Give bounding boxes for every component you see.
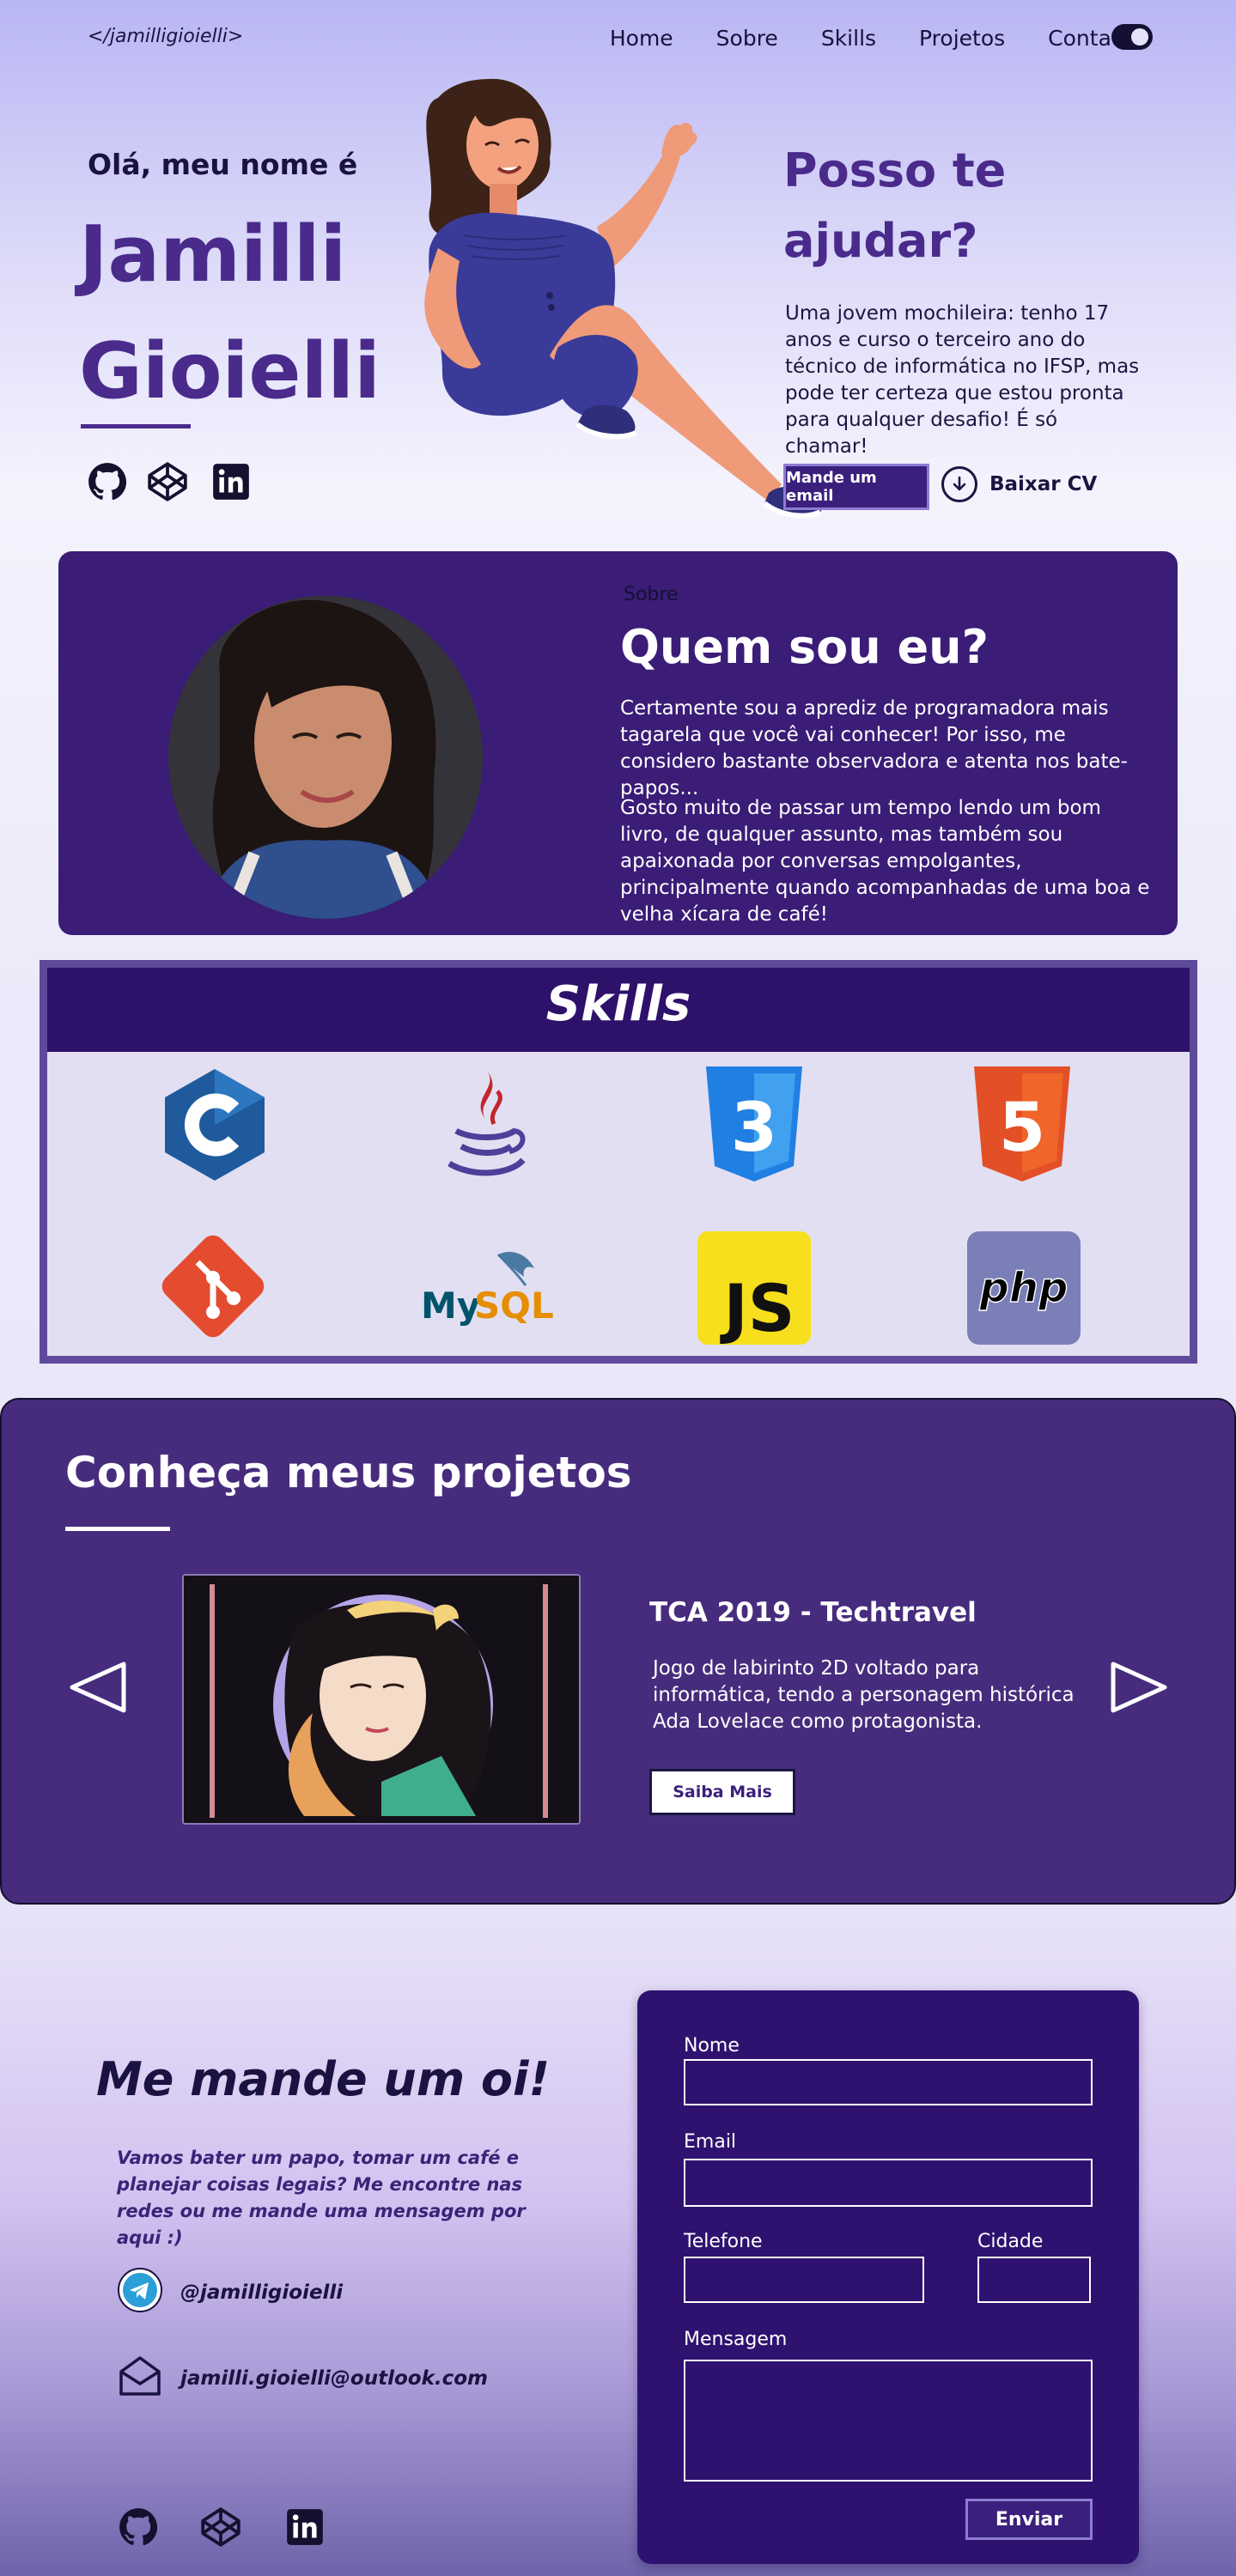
hero-greeting: Olá, meu nome é — [88, 148, 358, 181]
download-cv-label: Baixar CV — [989, 473, 1098, 495]
site-logo[interactable]: </jamilligioielli> — [88, 26, 243, 47]
project-description: Jogo de labirinto 2D voltado para inform… — [653, 1657, 1075, 1733]
css3-icon: 3 — [694, 1065, 814, 1185]
github-icon[interactable] — [86, 460, 129, 503]
email-button[interactable]: Mande um email — [783, 464, 929, 510]
javascript-icon: JS — [694, 1228, 814, 1348]
nav-link-projetos[interactable]: Projetos — [919, 26, 1005, 51]
carousel-next-icon[interactable] — [1108, 1659, 1170, 1719]
java-icon — [424, 1065, 545, 1185]
about-title: Quem sou eu? — [620, 620, 989, 674]
codepen-icon[interactable] — [146, 460, 189, 503]
project-image — [182, 1574, 581, 1825]
github-icon[interactable] — [117, 2506, 160, 2549]
projects-underline — [65, 1527, 170, 1531]
message-field[interactable] — [684, 2360, 1093, 2482]
send-button[interactable]: Enviar — [965, 2499, 1093, 2540]
svg-text:php: php — [979, 1264, 1069, 1312]
email-link[interactable]: jamilli.gioielli@outlook.com — [117, 2353, 488, 2404]
c-icon — [155, 1065, 275, 1185]
toggle-knob — [1131, 28, 1148, 46]
codepen-icon[interactable] — [199, 2506, 242, 2549]
skills-title: Skills — [545, 976, 691, 1032]
name-label: Nome — [684, 2035, 740, 2057]
message-label: Mensagem — [684, 2329, 788, 2350]
linkedin-icon[interactable] — [283, 2506, 326, 2549]
profile-photo — [168, 596, 483, 919]
telegram-link[interactable]: @jamilligioielli — [117, 2267, 343, 2318]
help-text: Uma jovem mochileira: tenho 17 anos e cu… — [785, 302, 1140, 458]
hero-last-name: Gioielli — [79, 326, 381, 416]
mysql-icon: My SQL — [416, 1226, 553, 1346]
svg-text:5: 5 — [999, 1090, 1045, 1167]
about-kicker: Sobre — [624, 584, 679, 605]
telegram-icon — [117, 2267, 163, 2318]
linkedin-icon[interactable] — [210, 460, 253, 503]
email-field[interactable] — [684, 2159, 1093, 2207]
name-field[interactable] — [684, 2059, 1093, 2105]
city-field[interactable] — [977, 2257, 1091, 2303]
theme-toggle[interactable] — [1111, 24, 1153, 50]
download-icon — [941, 466, 977, 502]
php-icon: php — [964, 1228, 1084, 1348]
help-title: Posso te ajudar? — [783, 143, 1007, 268]
email-label: Email — [684, 2131, 737, 2153]
nav-link-sobre[interactable]: Sobre — [716, 26, 778, 51]
city-label: Cidade — [977, 2231, 1044, 2252]
project-more-button[interactable]: Saiba Mais — [649, 1769, 795, 1815]
carousel-prev-icon[interactable] — [67, 1659, 129, 1719]
html5-icon: 5 — [962, 1065, 1082, 1185]
git-icon — [153, 1226, 273, 1346]
nav-link-skills[interactable]: Skills — [821, 26, 876, 51]
svg-text:JS: JS — [719, 1270, 795, 1346]
about-paragraph: Gosto muito de passar um tempo lendo um … — [620, 797, 1150, 926]
name-underline — [81, 424, 191, 428]
svg-text:My: My — [421, 1285, 480, 1327]
svg-text:3: 3 — [731, 1090, 777, 1167]
envelope-open-icon — [117, 2353, 163, 2404]
email-address: jamilli.gioielli@outlook.com — [180, 2367, 489, 2390]
svg-text:SQL: SQL — [474, 1285, 553, 1327]
download-cv-button[interactable]: Baixar CV — [941, 466, 1097, 502]
about-paragraph: Certamente sou a aprediz de programadora… — [620, 697, 1128, 799]
project-name: TCA 2019 - Techtravel — [649, 1597, 977, 1628]
main-nav: Home Sobre Skills Projetos Contato — [610, 26, 1133, 51]
contact-title: Me mande um oi! — [96, 2052, 551, 2106]
telegram-handle: @jamilligioielli — [180, 2281, 344, 2304]
nav-link-home[interactable]: Home — [610, 26, 673, 51]
projects-title: Conheça meus projetos — [65, 1448, 632, 1498]
phone-label: Telefone — [684, 2231, 763, 2252]
hero-first-name: Jamilli — [79, 210, 347, 300]
contact-text: Vamos bater um papo, tomar um café e pla… — [117, 2148, 526, 2248]
phone-field[interactable] — [684, 2257, 924, 2303]
